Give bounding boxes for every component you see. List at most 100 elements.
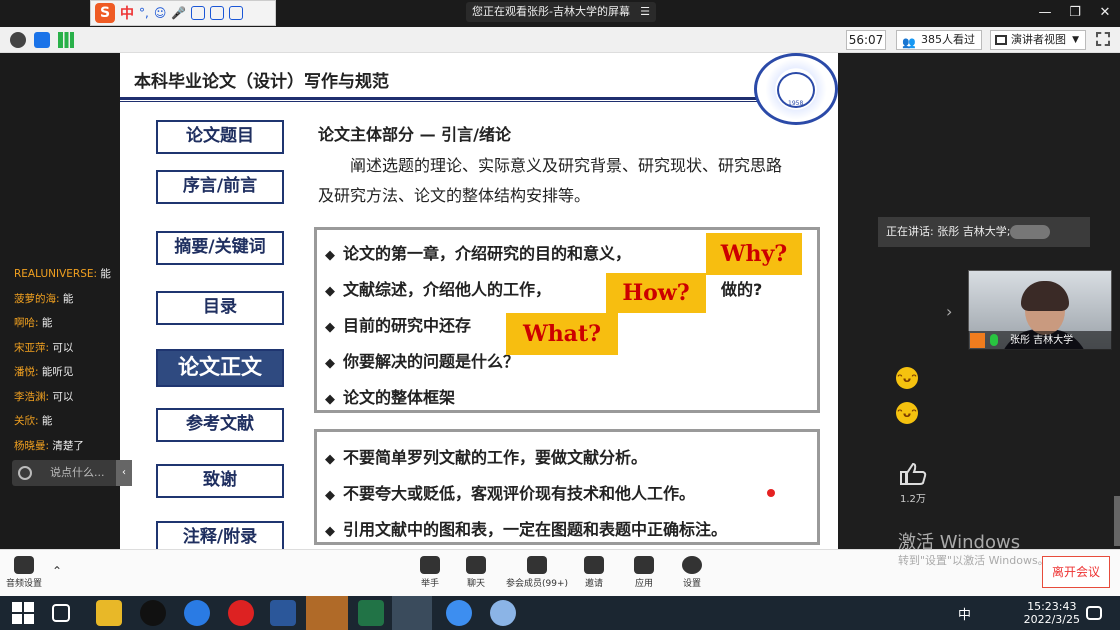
system-tray-icons[interactable] [852, 600, 1022, 626]
laugh-emoji-icon[interactable]: ᵔᴗᵔ [896, 367, 918, 389]
chevron-left-icon[interactable]: ‹ [116, 460, 132, 486]
chat-messages: REALUNIVERSE: 能 菠萝的海: 能 啊哈: 能 宋亚萍: 可以 潘悦… [14, 264, 118, 460]
chat-message: 宋亚萍: 可以 [14, 341, 74, 354]
blurred-name [1010, 225, 1050, 239]
360-icon[interactable] [228, 600, 254, 626]
ime-toolbar[interactable]: S 中 °, ☺ 🎤 [90, 0, 276, 26]
speaker-view-dropdown[interactable]: 演讲者视图 ▼ [990, 30, 1086, 50]
avatar [970, 333, 985, 348]
sogou-logo-icon: S [95, 3, 115, 23]
viewer-count[interactable]: 👥 385人看过 [896, 30, 982, 50]
emoji-icon[interactable] [18, 466, 32, 480]
notification-icon[interactable] [1086, 606, 1102, 620]
windows-taskbar: 15:23:43 2022/3/25 [0, 596, 1120, 630]
nav-box-acknowledgement: 致谢 [156, 464, 284, 498]
restore-button[interactable]: ❐ [1060, 0, 1090, 26]
word-icon[interactable] [270, 600, 296, 626]
punctuation-icon[interactable]: °, [139, 6, 149, 20]
chat-button[interactable]: 聊天 [466, 556, 486, 589]
mic-icon[interactable]: 🎤 [171, 6, 186, 20]
chat-message: 李浩渊: 可以 [14, 390, 74, 403]
shield-icon[interactable] [34, 32, 50, 48]
nav-box-appendix: 注释/附录 [156, 521, 284, 549]
what-callout: What? [506, 313, 618, 355]
speaking-label: 正在讲话: 张彤 吉林大学; [886, 225, 1011, 238]
scrollbar[interactable] [1114, 496, 1120, 546]
speaker-hair [1021, 281, 1069, 311]
seal-year: 1958 [788, 100, 804, 107]
chat-input-placeholder: 说点什么... [50, 466, 105, 479]
clock-time: 15:23:43 [1027, 600, 1077, 613]
layout-icon [995, 35, 1007, 45]
emoji-icon[interactable]: ☺ [154, 6, 167, 20]
add-user-icon [584, 556, 604, 574]
qq-icon[interactable] [140, 600, 166, 626]
minimize-button[interactable]: — [1030, 0, 1060, 26]
chat-input[interactable]: 说点什么... ‹ [12, 460, 132, 486]
apps-button[interactable]: 应用 [634, 556, 654, 589]
excel-icon[interactable] [358, 600, 384, 626]
keyboard-icon[interactable] [191, 6, 206, 20]
how-callout: How? [606, 273, 706, 313]
paint-icon[interactable] [490, 600, 516, 626]
leave-meeting-button[interactable]: 离开会议 [1042, 556, 1110, 588]
close-button[interactable]: ✕ [1090, 0, 1120, 26]
nav-box-references: 参考文献 [156, 408, 284, 442]
tray-ime-mode[interactable]: 中 [958, 604, 971, 623]
invite-button[interactable]: 邀请 [584, 556, 604, 589]
chat-message: 啊哈: 能 [14, 317, 53, 329]
participants-button[interactable]: 参会成员(99+) [506, 556, 568, 589]
window-controls: — ❐ ✕ [1030, 0, 1120, 26]
chat-message: 潘悦: 能听见 [14, 366, 74, 378]
menu-icon[interactable]: ☰ [640, 2, 650, 22]
speaker-icon [14, 556, 34, 574]
shared-slide: 本科毕业论文（设计）写作与规范 1958 论文题目 序言/前言 摘要/关键词 目… [120, 53, 838, 549]
wechat-icon-active[interactable] [306, 596, 348, 630]
slide-title: 本科毕业论文（设计）写作与规范 [134, 72, 389, 92]
laser-pointer [767, 489, 775, 497]
bullet-panel-tips: ◆ 不要简单罗列文献的工作，要做文献分析。 ◆ 不要夸大或贬低，客观评价现有技术和他… [314, 429, 820, 545]
viewer-count-label: 385人看过 [921, 33, 975, 46]
chat-icon [466, 556, 486, 574]
thumbs-up-icon[interactable] [898, 462, 928, 486]
meeting-top-bar: 56:07 👥 385人看过 演讲者视图 ▼ [0, 27, 1120, 53]
ime-mode[interactable]: 中 [120, 3, 134, 23]
meeting-timer: 56:07 [846, 30, 886, 50]
feishu-icon[interactable] [446, 600, 472, 626]
university-seal-logo: 1958 [754, 53, 838, 125]
people-icon: 👥 [902, 36, 916, 49]
skin-icon[interactable] [210, 6, 225, 20]
chat-message: 杨晓曼: 清楚了 [14, 439, 84, 452]
chevron-up-icon[interactable]: ⌃ [52, 564, 62, 578]
chevron-down-icon: ▼ [1072, 35, 1079, 45]
chat-message: 菠萝的海: 能 [14, 292, 74, 305]
laugh-emoji-icon[interactable]: ᵔᴗᵔ [896, 402, 918, 424]
chat-message: REALUNIVERSE: 能 [14, 268, 111, 280]
settings-button[interactable]: 设置 [682, 556, 702, 589]
info-icon[interactable] [10, 32, 26, 48]
nav-box-abstract: 摘要/关键词 [156, 231, 284, 265]
chat-message: 关欣: 能 [14, 415, 53, 427]
nav-box-preface: 序言/前言 [156, 170, 284, 204]
bullet-item: ◆ 引用文献中的图和表，一定在图题和表题中正确标注。 [325, 520, 728, 539]
toolbox-icon[interactable] [229, 6, 244, 20]
bullet-item: ◆ 不要夸大或贬低，客观评价现有技术和他人工作。 [325, 484, 696, 503]
windows-start-icon[interactable] [12, 602, 34, 624]
fullscreen-icon[interactable] [1096, 32, 1110, 46]
signal-icon[interactable] [58, 32, 74, 48]
clock-date: 2022/3/25 [1023, 613, 1080, 626]
tencent-meeting-icon[interactable] [392, 596, 432, 630]
sogou-browser-icon[interactable] [184, 600, 210, 626]
title-divider [120, 97, 760, 100]
section-heading: 论文主体部分 — 引言/绪论 [318, 125, 511, 144]
task-view-icon[interactable] [52, 604, 70, 622]
clock[interactable]: 15:23:43 2022/3/25 [1024, 600, 1080, 626]
file-explorer-icon[interactable] [96, 600, 122, 626]
chevron-right-icon[interactable]: › [946, 302, 952, 321]
mic-icon [990, 334, 998, 346]
audio-settings-button[interactable]: 音频设置 [6, 556, 42, 589]
gear-icon [682, 556, 702, 574]
section-description: 阐述选题的理论、实际意义及研究背景、研究现状、研究思路及研究方法、论文的整体结构… [318, 156, 783, 205]
people-icon [527, 556, 548, 574]
raise-hand-button[interactable]: 举手 [420, 556, 440, 589]
